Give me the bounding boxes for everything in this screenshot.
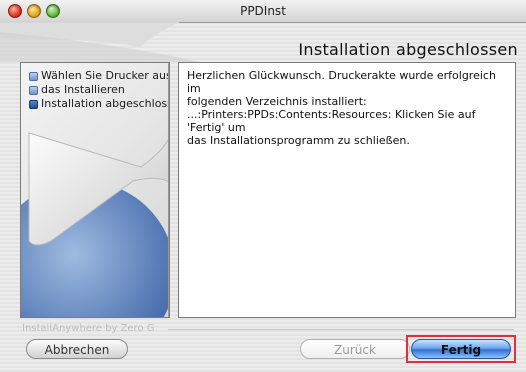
message-text: Herzlichen Glückwunsch. Druckerakte wurd… [187,69,507,147]
finish-button-highlight [406,335,516,363]
step-label: das Installieren [41,83,125,96]
panel-divider [168,63,169,317]
branding-text: InstallAnywhere by Zero G [22,323,155,334]
message-pane: Herzlichen Glückwunsch. Druckerakte wurd… [178,62,516,318]
message-line: ...:Printers:PPDs:Contents:Resources: Kl… [187,108,476,134]
step-item-current: Installation abgeschlossen [29,97,169,111]
message-line: folgenden Verzeichnis installiert: [187,95,367,108]
step-label: Wählen Sie Drucker aus [41,69,170,82]
steps-panel: Wählen Sie Drucker aus das Installieren … [20,62,170,318]
branding-separator [168,329,514,330]
step-bullet-active-icon [29,100,38,109]
step-bullet-icon [29,86,38,95]
page-title: Installation abgeschlossen [298,40,518,59]
cancel-button[interactable]: Abbrechen [26,339,128,359]
step-item: Wählen Sie Drucker aus [29,69,170,83]
steps-list: Wählen Sie Drucker aus das Installieren … [29,69,170,111]
step-label: Installation abgeschlossen [41,97,169,110]
window-title: PPDInst [240,4,286,18]
message-line: das Installationsprogramm zu schließen. [187,134,410,147]
step-item: das Installieren [29,83,169,97]
back-button[interactable]: Zurück [300,339,410,359]
title-bar[interactable]: PPDInst [0,0,526,23]
message-line: Herzlichen Glückwunsch. Druckerakte wurd… [187,69,496,95]
step-bullet-icon [29,72,38,81]
installer-window: PPDInst Installation abgeschlossen Wähle… [0,0,526,372]
